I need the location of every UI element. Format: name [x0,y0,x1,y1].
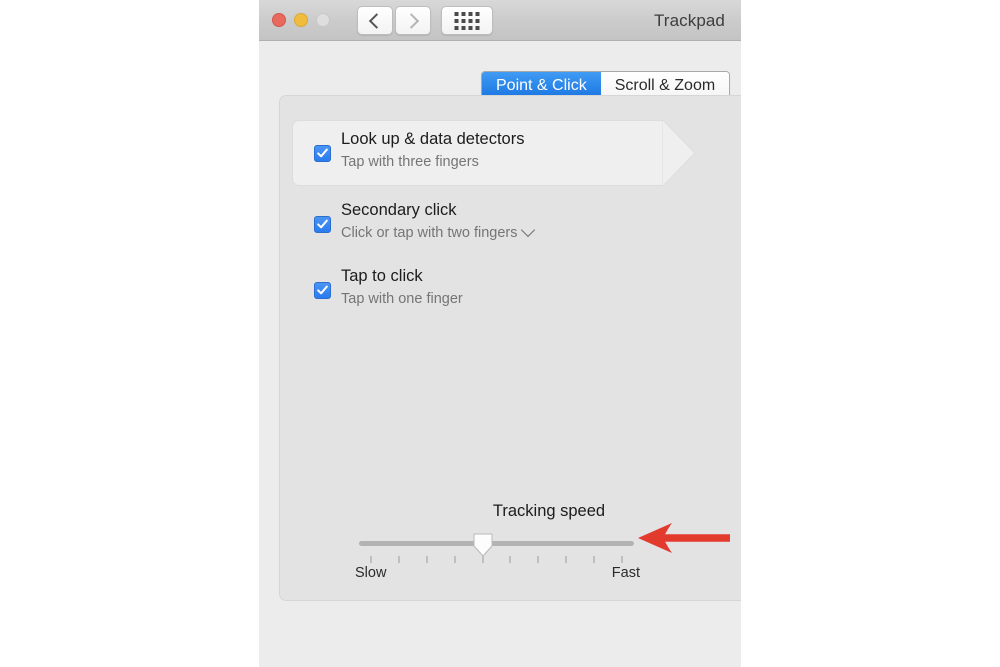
slider-tick [621,556,623,563]
slider-tick [454,556,456,563]
option-text-look-up: Look up & data detectors Tap with three … [341,129,524,172]
option-subtitle-text: Click or tap with two fingers [341,225,518,241]
option-subtitle-text: Tap with one finger [341,291,463,307]
option-text-tap-to-click: Tap to click Tap with one finger [341,266,463,309]
screen: Trackpad Point & Click Scroll & Zoom Loo… [0,0,1000,667]
option-row-tap-to-click[interactable]: Tap to click Tap with one finger [292,257,722,323]
option-title: Tap to click [341,267,423,285]
window-title: Trackpad [653,11,725,30]
option-title: Secondary click [341,201,457,219]
chevron-down-icon [521,222,536,238]
tracking-speed-slider[interactable] [359,533,634,563]
minimize-window-button[interactable] [294,13,308,27]
show-all-grid-icon [454,11,480,30]
checkmark-icon [317,285,328,295]
close-window-button[interactable] [272,13,286,27]
checkbox-secondary-click[interactable] [314,216,331,233]
option-subtitle-text: Tap with three fingers [341,154,479,170]
slider-track[interactable] [359,541,634,546]
option-subtitle-dropdown[interactable]: Click or tap with two fingers [341,222,536,243]
option-subtitle: Tap with one finger [341,289,463,309]
slider-tick [426,556,428,563]
option-row-secondary-click[interactable]: Secondary click Click or tap with two fi… [292,191,722,257]
option-subtitle: Tap with three fingers [341,152,524,172]
window-titlebar: Trackpad [259,0,741,41]
tracking-speed-label-wrap: Tracking speed [280,502,741,521]
slider-tick [593,556,595,563]
chevron-right-icon [403,12,420,29]
zoom-window-button[interactable] [316,13,330,27]
slider-tick [565,556,567,563]
annotation-arrow-icon [638,521,730,555]
slider-max-label: Fast [611,565,640,581]
chevron-left-icon [368,12,385,29]
slider-thumb[interactable] [472,533,494,557]
slider-tick [509,556,511,563]
tracking-speed-label: Tracking speed [492,502,606,520]
forward-button[interactable] [395,6,431,35]
slider-tick [370,556,372,563]
slider-tick [398,556,400,563]
checkbox-look-up[interactable] [314,145,331,162]
slider-min-label: Slow [355,565,387,581]
slider-tick [537,556,539,563]
slider-tick-marks [359,556,634,564]
slider-scale-labels: Slow Fast [355,565,640,581]
trackpad-preferences-window: Trackpad Point & Click Scroll & Zoom Loo… [259,0,741,667]
option-text-secondary-click: Secondary click Click or tap with two fi… [341,200,536,243]
slider-tick [482,556,484,563]
show-all-preferences-button[interactable] [441,6,493,35]
checkmark-icon [317,219,328,229]
option-title: Look up & data detectors [341,130,525,148]
back-button[interactable] [357,6,393,35]
checkbox-tap-to-click[interactable] [314,282,331,299]
option-row-look-up[interactable]: Look up & data detectors Tap with three … [292,120,722,186]
checkmark-icon [317,148,328,158]
